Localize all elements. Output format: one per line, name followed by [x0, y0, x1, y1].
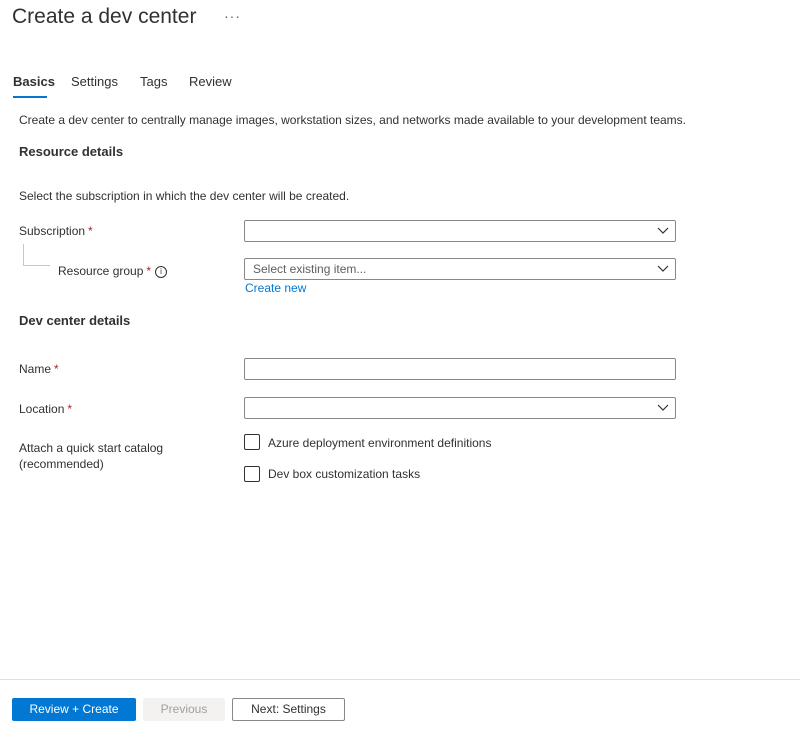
- subscription-label-text: Subscription: [19, 224, 86, 238]
- azure-deployment-checkbox[interactable]: [244, 434, 260, 450]
- subscription-label: Subscription *: [19, 224, 93, 238]
- chevron-down-icon: [657, 404, 669, 411]
- active-tab-indicator: [13, 96, 47, 98]
- create-new-link[interactable]: Create new: [245, 281, 306, 295]
- required-indicator: *: [88, 224, 93, 238]
- chevron-down-icon: [657, 265, 669, 272]
- resource-group-placeholder: Select existing item...: [253, 262, 367, 276]
- chevron-down-icon: [657, 227, 669, 234]
- name-label: Name *: [19, 362, 59, 376]
- subscription-description: Select the subscription in which the dev…: [19, 189, 350, 203]
- tree-connector-vertical: [23, 244, 24, 266]
- dev-box-customization-checkbox[interactable]: [244, 466, 260, 482]
- resource-group-label-text: Resource group: [58, 264, 144, 278]
- catalog-label-line1: Attach a quick start catalog: [19, 441, 164, 455]
- intro-text: Create a dev center to centrally manage …: [19, 113, 687, 127]
- tab-settings[interactable]: Settings: [71, 74, 118, 89]
- next-settings-button[interactable]: Next: Settings: [232, 698, 345, 721]
- required-indicator: *: [67, 402, 73, 416]
- required-indicator: *: [54, 362, 59, 376]
- location-dropdown[interactable]: [244, 397, 676, 419]
- dev-box-customization-checkbox-label[interactable]: Dev box customization tasks: [268, 467, 420, 481]
- required-indicator: *: [146, 264, 152, 278]
- name-input[interactable]: [244, 358, 676, 380]
- tab-basics[interactable]: Basics: [13, 74, 55, 89]
- subscription-dropdown[interactable]: [244, 220, 676, 242]
- dev-center-details-heading: Dev center details: [19, 313, 131, 328]
- resource-group-label: Resource group * i: [58, 264, 168, 278]
- info-icon[interactable]: i: [155, 266, 168, 278]
- more-icon[interactable]: ···: [224, 8, 241, 24]
- review-create-button[interactable]: Review + Create: [12, 698, 136, 721]
- resource-group-dropdown[interactable]: Select existing item...: [244, 258, 676, 280]
- azure-deployment-checkbox-label[interactable]: Azure deployment environment definitions: [268, 436, 491, 450]
- tab-review[interactable]: Review: [189, 74, 232, 89]
- footer-divider: [0, 679, 800, 680]
- page-title: Create a dev center: [12, 5, 197, 28]
- tab-tags[interactable]: Tags: [140, 74, 167, 89]
- tree-connector-horizontal: [23, 265, 50, 266]
- previous-button[interactable]: Previous: [143, 698, 225, 721]
- resource-details-heading: Resource details: [19, 144, 124, 159]
- catalog-label-line2: (recommended): [19, 457, 104, 471]
- name-label-text: Name: [19, 362, 52, 376]
- location-label: Location *: [19, 402, 72, 416]
- location-label-text: Location: [19, 402, 65, 416]
